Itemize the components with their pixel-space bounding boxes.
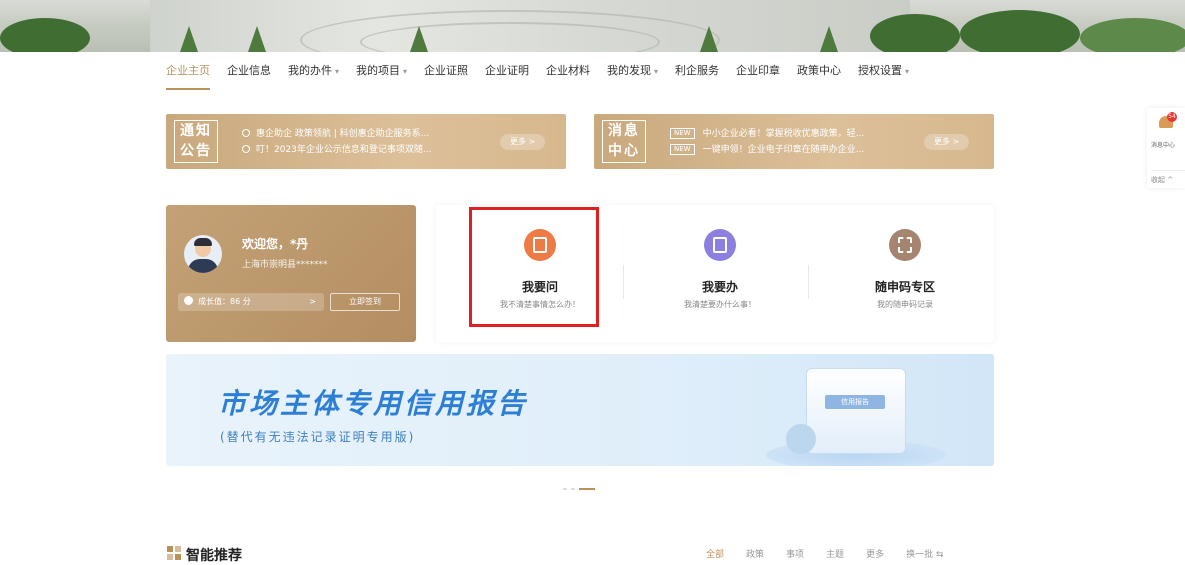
service-qrcode[interactable]: 随申码专区 我的随申码记录 — [835, 229, 975, 310]
tree-icon — [0, 18, 90, 52]
new-badge: NEW — [670, 128, 695, 139]
qrcode-icon — [889, 229, 921, 261]
notice-item[interactable]: 叮！2023年企业公示信息和登记事项双随... — [242, 142, 432, 158]
notice-bar: 通知 公告 惠企助企 政策领航 | 科创惠企助企服务系... 叮！2023年企业… — [166, 114, 566, 169]
credit-report-banner[interactable]: 市场主体专用信用报告 (替代有无违法记录证明专用版) 信用报告 — [166, 354, 994, 466]
edit-doc-icon — [704, 229, 736, 261]
nav-item-my-projects[interactable]: 我的项目 ▾ — [356, 64, 407, 90]
notice-item[interactable]: 惠企助企 政策领航 | 科创惠企助企服务系... — [242, 126, 432, 142]
nav-item-policy[interactable]: 政策中心 — [797, 64, 841, 90]
avatar — [184, 235, 222, 273]
shield-icon — [786, 424, 816, 454]
org-name: 上海市崇明县******* — [242, 260, 328, 270]
recommend-title: 智能推荐 — [186, 548, 242, 564]
message-item[interactable]: NEW 中小企业必看！掌握税收优惠政策，轻... — [670, 126, 864, 142]
sign-in-button[interactable]: 立即签到 — [330, 293, 400, 311]
message-list: NEW 中小企业必看！掌握税收优惠政策，轻... NEW 一键申领！企业电子印章在随… — [670, 126, 864, 158]
carousel-dot-active[interactable] — [579, 488, 595, 490]
chevron-right-icon: > — [309, 297, 316, 306]
unread-badge: 54 — [1167, 112, 1177, 122]
side-float-panel: 54 消息中心 收起 ^ — [1147, 108, 1185, 188]
carousel-dots — [563, 488, 599, 490]
notice-list: 惠企助企 政策领航 | 科创惠企助企服务系... 叮！2023年企业公示信息和登… — [242, 126, 432, 158]
report-subtitle: (替代有无违法记录证明专用版) — [220, 430, 416, 444]
growth-score[interactable]: 成长值：86 分 > — [178, 293, 324, 311]
tab-more[interactable]: 更多 — [866, 547, 884, 560]
message-tag: 消息 中心 — [602, 120, 646, 163]
nav-item-services[interactable]: 利企服务 — [675, 64, 719, 90]
nav-item-licenses[interactable]: 企业证照 — [424, 64, 468, 90]
nav-item-certificates[interactable]: 企业证明 — [485, 64, 529, 90]
carousel-dot[interactable] — [571, 488, 575, 490]
welcome-greeting: 欢迎您，*丹 — [242, 237, 309, 251]
tree-icon — [180, 26, 198, 52]
report-document-icon: 信用报告 — [806, 368, 906, 454]
tree-icon — [870, 14, 960, 52]
tab-topics[interactable]: 主题 — [826, 547, 844, 560]
tab-all[interactable]: 全部 — [706, 547, 724, 560]
tree-icon — [1080, 18, 1185, 52]
chevron-down-icon: ▾ — [403, 67, 408, 76]
notice-more-button[interactable]: 更多 > — [500, 134, 546, 150]
nav-item-company-info[interactable]: 企业信息 — [227, 64, 271, 90]
grid-icon — [167, 546, 181, 560]
tab-items[interactable]: 事项 — [786, 547, 804, 560]
message-item[interactable]: NEW 一键申领！企业电子印章在随申办企业... — [670, 142, 864, 158]
carousel-dot[interactable] — [563, 488, 567, 490]
nav-item-authorization[interactable]: 授权设置 ▾ — [858, 64, 909, 90]
refresh-button[interactable]: 换一批 ⇆ — [906, 547, 943, 560]
chevron-down-icon: ▾ — [335, 67, 340, 76]
top-banner — [0, 0, 1185, 52]
tree-icon — [248, 26, 266, 52]
recommend-tabs: 全部 政策 事项 主题 更多 换一批 ⇆ — [706, 547, 965, 560]
welcome-card: 欢迎您，*丹 上海市崇明县******* 成长值：86 分 > 立即签到 — [166, 205, 416, 342]
tree-icon — [960, 10, 1080, 52]
new-badge: NEW — [670, 144, 695, 155]
service-do[interactable]: 我要办 我清楚要办什么事！ — [650, 229, 790, 310]
chevron-down-icon: ▾ — [905, 67, 910, 76]
nav-item-discover[interactable]: 我的发现 ▾ — [607, 64, 658, 90]
message-more-button[interactable]: 更多 > — [924, 134, 970, 150]
nav-item-materials[interactable]: 企业材料 — [546, 64, 590, 90]
tree-icon — [820, 26, 838, 52]
tree-icon — [410, 26, 428, 52]
divider — [623, 265, 624, 299]
message-bar: 消息 中心 NEW 中小企业必看！掌握税收优惠政策，轻... NEW 一键申领！企业… — [594, 114, 994, 169]
divider — [808, 265, 809, 299]
main-nav: 企业主页 企业信息 我的办件 ▾ 我的项目 ▾ 企业证照 企业证明 企业材料 我的发… — [166, 64, 926, 90]
collapse-button[interactable]: 收起 ^ — [1151, 170, 1185, 185]
score-icon — [184, 296, 193, 305]
chevron-down-icon: ▾ — [654, 67, 659, 76]
nav-item-my-cases[interactable]: 我的办件 ▾ — [288, 64, 339, 90]
bullet-icon — [242, 145, 250, 153]
tab-policy[interactable]: 政策 — [746, 547, 764, 560]
highlight-box — [469, 207, 599, 327]
bullet-icon — [242, 129, 250, 137]
message-center-link[interactable]: 消息中心 — [1151, 140, 1185, 149]
nav-item-seals[interactable]: 企业印章 — [736, 64, 780, 90]
notice-tag: 通知 公告 — [174, 120, 218, 163]
nav-item-home[interactable]: 企业主页 — [166, 64, 210, 90]
report-title: 市场主体专用信用报告 — [218, 387, 529, 420]
tree-icon — [700, 26, 718, 52]
